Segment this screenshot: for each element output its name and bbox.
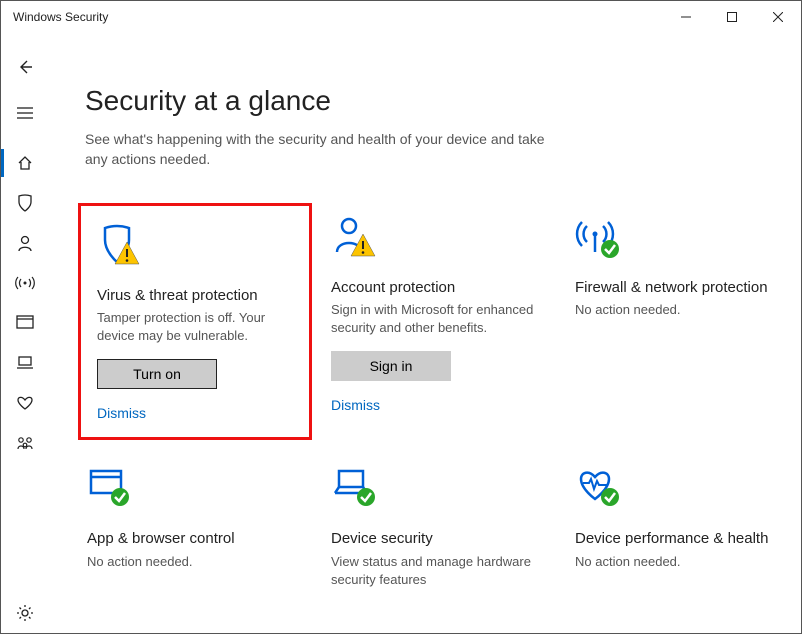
laptop-check-icon: [331, 465, 547, 515]
page-title: Security at a glance: [85, 85, 765, 117]
page-subtitle: See what's happening with the security a…: [85, 129, 545, 170]
card-desc: Tamper protection is off. Your device ma…: [97, 309, 293, 345]
close-button[interactable]: [755, 1, 801, 33]
card-virus[interactable]: Virus & threat protection Tamper protect…: [85, 210, 305, 434]
turn-on-button[interactable]: Turn on: [97, 359, 217, 389]
card-devicesec[interactable]: Device security View status and manage h…: [329, 461, 549, 607]
dismiss-link[interactable]: Dismiss: [97, 405, 293, 421]
sidebar-item-firewall[interactable]: [1, 263, 49, 303]
card-desc: No action needed.: [87, 553, 303, 571]
content: Security at a glance See what's happenin…: [49, 33, 801, 633]
antenna-check-icon: [575, 214, 791, 264]
antenna-icon: [15, 274, 35, 292]
window-check-icon: [87, 465, 303, 515]
card-title: App & browser control: [87, 529, 303, 549]
card-title: Account protection: [331, 278, 547, 298]
shield-icon: [16, 193, 34, 213]
card-title: Firewall & network protection: [575, 278, 791, 298]
person-icon: [16, 234, 34, 252]
back-button[interactable]: [1, 47, 49, 87]
gear-icon: [16, 604, 34, 622]
menu-button[interactable]: [1, 93, 49, 133]
card-desc: View status and manage hardware security…: [331, 553, 547, 589]
sidebar-item-virus[interactable]: [1, 183, 49, 223]
maximize-button[interactable]: [709, 1, 755, 33]
sign-in-button[interactable]: Sign in: [331, 351, 451, 381]
card-desc: No action needed.: [575, 553, 791, 571]
card-title: Device performance & health: [575, 529, 791, 549]
sidebar-item-devicesec[interactable]: [1, 343, 49, 383]
sidebar-item-performance[interactable]: [1, 383, 49, 423]
sidebar: [1, 33, 49, 633]
card-grid: Virus & threat protection Tamper protect…: [85, 210, 765, 608]
titlebar: Windows Security: [1, 1, 801, 33]
dismiss-link[interactable]: Dismiss: [331, 397, 547, 413]
person-warning-icon: [331, 214, 547, 264]
heart-check-icon: [575, 465, 791, 515]
sidebar-item-settings[interactable]: [1, 593, 49, 633]
window-controls: [663, 1, 801, 33]
minimize-button[interactable]: [663, 1, 709, 33]
sidebar-item-account[interactable]: [1, 223, 49, 263]
sidebar-item-home[interactable]: [1, 143, 49, 183]
card-title: Virus & threat protection: [97, 286, 293, 306]
shield-warning-icon: [97, 222, 293, 272]
home-icon: [16, 154, 34, 172]
card-account[interactable]: Account protection Sign in with Microsof…: [329, 210, 549, 434]
sidebar-item-appbrowser[interactable]: [1, 303, 49, 343]
window-icon: [16, 315, 34, 331]
card-desc: Sign in with Microsoft for enhanced secu…: [331, 301, 547, 337]
family-icon: [15, 435, 35, 451]
sidebar-item-family[interactable]: [1, 423, 49, 463]
heart-icon: [15, 395, 35, 411]
card-desc: No action needed.: [575, 301, 791, 319]
window-title: Windows Security: [13, 10, 108, 24]
card-appbrowser[interactable]: App & browser control No action needed.: [85, 461, 305, 607]
card-title: Device security: [331, 529, 547, 549]
card-firewall[interactable]: Firewall & network protection No action …: [573, 210, 793, 434]
laptop-icon: [16, 355, 34, 371]
card-performance[interactable]: Device performance & health No action ne…: [573, 461, 793, 607]
